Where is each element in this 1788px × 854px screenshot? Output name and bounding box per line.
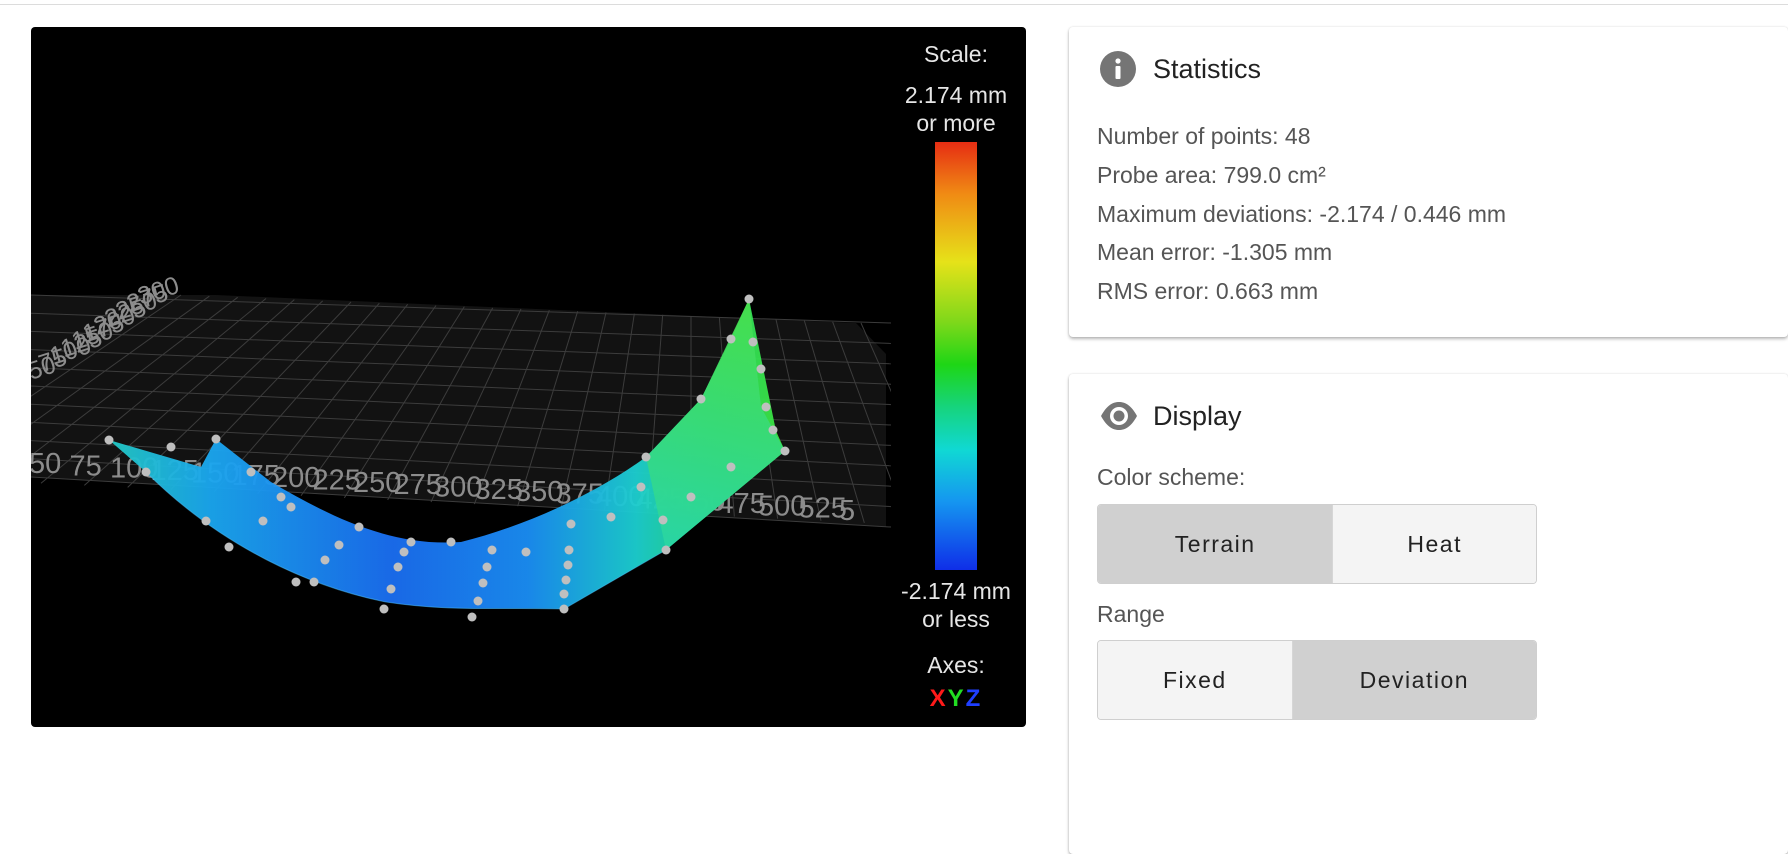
scale-min-label: -2.174 mm or less xyxy=(891,577,1021,633)
grid-x-tick-label: 50 xyxy=(31,448,61,480)
axis-z-label: Z xyxy=(965,685,983,712)
probe-point xyxy=(309,577,319,587)
stat-mean-error: Mean error: -1.305 mm xyxy=(1097,239,1333,265)
display-title: Display xyxy=(1153,401,1242,431)
probe-point xyxy=(354,522,364,532)
probe-point xyxy=(258,516,268,526)
statistics-card: Statistics Number of points: 48 Probe ar… xyxy=(1069,27,1788,337)
probe-point xyxy=(399,547,409,557)
probe-point xyxy=(756,364,766,374)
scale-max-value: 2.174 mm xyxy=(904,82,1008,108)
probe-point xyxy=(201,516,211,526)
scale-legend: Scale: 2.174 mm or more -2.174 mm or les… xyxy=(891,27,1021,727)
axes-legend: XYZ xyxy=(891,685,1021,713)
probe-point xyxy=(641,452,651,462)
color-scheme-label: Color scheme: xyxy=(1097,464,1246,490)
probe-point xyxy=(686,492,696,502)
probe-point xyxy=(379,604,389,614)
stat-max-deviations: Maximum deviations: -2.174 / 0.446 mm xyxy=(1097,201,1507,227)
probe-point xyxy=(744,294,754,304)
scale-max-label: 2.174 mm or more xyxy=(891,81,1021,137)
probe-point xyxy=(521,547,531,557)
range-label: Range xyxy=(1097,601,1165,627)
probe-point xyxy=(606,512,616,522)
probe-point xyxy=(559,604,569,614)
probe-point xyxy=(482,562,492,572)
probe-point xyxy=(561,575,571,585)
probe-point xyxy=(104,435,114,445)
stat-number-of-points: Number of points: 48 xyxy=(1097,123,1311,149)
probe-point xyxy=(473,596,483,606)
grid-x-tick-label: 75 xyxy=(70,450,102,482)
probe-point xyxy=(487,545,497,555)
probe-point xyxy=(334,540,344,550)
stat-probe-area: Probe area: 799.0 cm² xyxy=(1097,162,1326,188)
probe-point xyxy=(406,537,416,547)
probe-point xyxy=(696,394,706,404)
top-divider xyxy=(0,4,1788,5)
scale-title: Scale: xyxy=(924,41,988,67)
probe-point xyxy=(726,462,736,472)
probe-point xyxy=(661,545,671,555)
probe-point xyxy=(636,482,646,492)
probe-point xyxy=(478,578,488,588)
color-scheme-heat-button[interactable]: Heat xyxy=(1333,505,1536,583)
probe-point xyxy=(291,577,301,587)
heightmap-viewer[interactable]: 5075100125150175200225250275300325350375… xyxy=(31,27,1026,727)
color-scheme-terrain-button[interactable]: Terrain xyxy=(1098,505,1334,583)
probe-point xyxy=(320,555,330,565)
probe-point xyxy=(780,446,790,456)
statistics-title: Statistics xyxy=(1153,54,1262,84)
scale-max-qualifier: or more xyxy=(916,110,996,136)
color-scale-bar xyxy=(935,142,977,570)
probe-point xyxy=(768,425,778,435)
probe-point xyxy=(726,334,736,344)
color-scheme-toggle: Terrain Heat xyxy=(1097,504,1537,584)
probe-point xyxy=(386,584,396,594)
probe-point xyxy=(563,560,573,570)
probe-point xyxy=(286,502,296,512)
probe-point xyxy=(748,337,758,347)
probe-point xyxy=(658,515,668,525)
scale-min-value: -2.174 mm xyxy=(901,578,1011,604)
probe-point xyxy=(393,562,403,572)
scale-min-qualifier: or less xyxy=(922,606,990,632)
probe-point xyxy=(211,434,221,444)
range-deviation-button[interactable]: Deviation xyxy=(1292,641,1536,719)
range-toggle: Fixed Deviation xyxy=(1097,640,1537,720)
probe-point xyxy=(761,402,771,412)
probe-point xyxy=(559,589,569,599)
grid-x-tick-label: 5 xyxy=(839,495,855,527)
heightmap-scene[interactable]: 5075100125150175200225250275300325350375… xyxy=(31,27,891,727)
axis-x-label: X xyxy=(929,685,948,712)
probe-point xyxy=(446,537,456,547)
display-card: Display Color scheme: Terrain Heat Range… xyxy=(1069,374,1788,854)
probe-point xyxy=(224,542,234,552)
axes-title: Axes: xyxy=(927,652,985,678)
stat-rms-error: RMS error: 0.663 mm xyxy=(1097,278,1319,304)
probe-point xyxy=(467,612,477,622)
probe-point xyxy=(141,467,151,477)
eye-icon xyxy=(1101,402,1137,430)
range-fixed-button[interactable]: Fixed xyxy=(1098,641,1293,719)
probe-point xyxy=(566,519,576,529)
probe-point xyxy=(166,442,176,452)
probe-point xyxy=(276,492,286,502)
info-icon xyxy=(1100,51,1136,87)
probe-point xyxy=(246,467,256,477)
axis-y-label: Y xyxy=(947,685,966,712)
probe-point xyxy=(564,545,574,555)
